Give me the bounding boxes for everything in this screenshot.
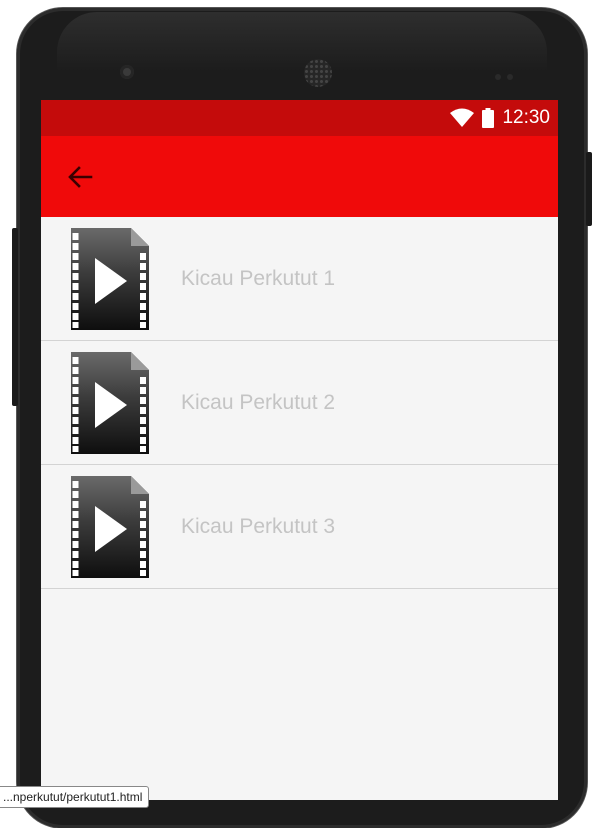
volume-button — [12, 228, 18, 406]
wifi-icon — [450, 108, 475, 127]
list-item-label: Kicau Perkutut 1 — [181, 267, 336, 290]
status-time: 12:30 — [502, 107, 550, 128]
list-item[interactable]: Kicau Perkutut 2 — [41, 341, 558, 465]
back-button[interactable] — [63, 162, 97, 192]
power-button — [586, 152, 592, 226]
front-camera — [120, 65, 134, 79]
video-file-icon — [69, 227, 151, 331]
app-bar — [41, 136, 558, 217]
list-item-label: Kicau Perkutut 2 — [181, 391, 336, 414]
proximity-sensors — [495, 67, 525, 80]
list-item[interactable]: Kicau Perkutut 1 — [41, 217, 558, 341]
earpiece-speaker — [304, 59, 332, 87]
video-file-icon — [69, 475, 151, 579]
list-item[interactable]: Kicau Perkutut 3 — [41, 465, 558, 589]
video-file-icon — [69, 351, 151, 455]
video-list: Kicau Perkutut 1 Kicau Perkutut 2 Kicau … — [41, 217, 558, 589]
list-item-label: Kicau Perkutut 3 — [181, 515, 336, 538]
status-icons: 12:30 — [450, 107, 550, 129]
link-url-tooltip: ...nperkutut/perkutut1.html — [0, 786, 150, 808]
status-bar: 12:30 — [41, 100, 558, 136]
device-screen: 12:30 Kicau Perkutut 1 Kicau Perkutut 2 … — [41, 100, 558, 800]
battery-icon — [482, 108, 495, 128]
arrow-back-icon — [68, 166, 93, 188]
phone-bezel-top — [57, 12, 547, 72]
